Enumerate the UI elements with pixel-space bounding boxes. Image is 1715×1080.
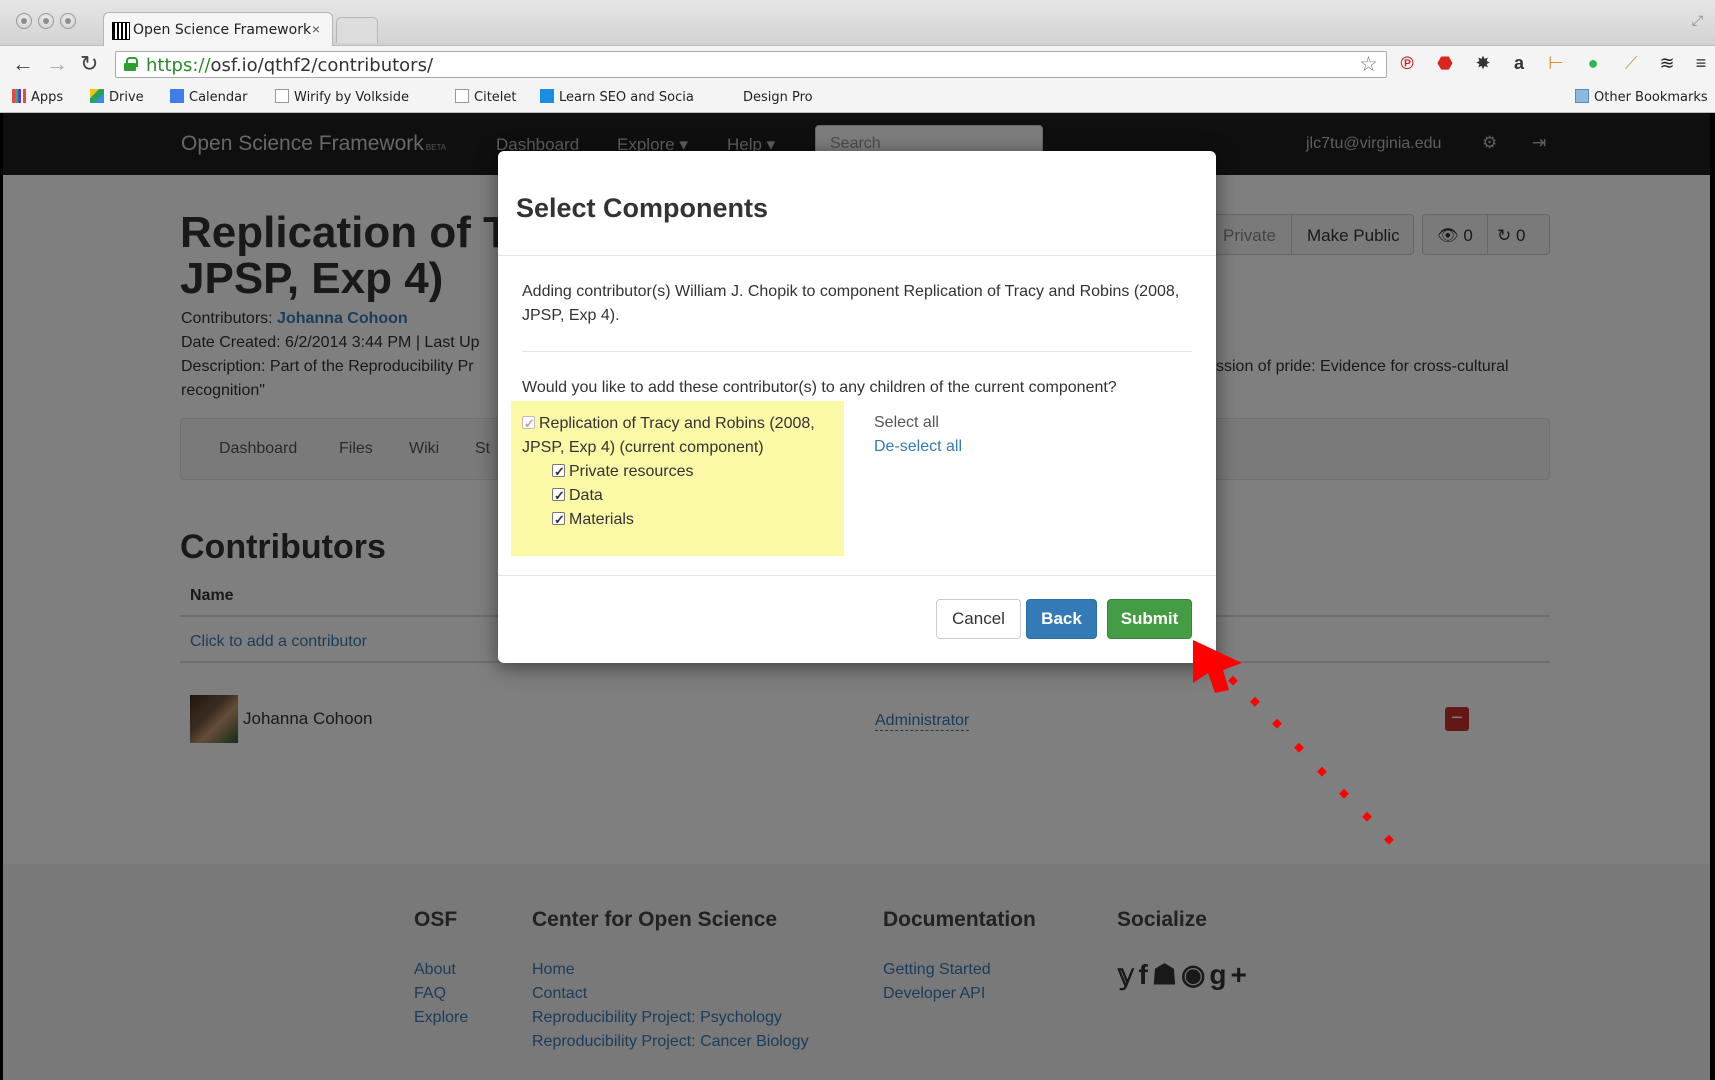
arrow-head xyxy=(1193,640,1242,693)
arrow-dots xyxy=(1228,675,1394,845)
annotation-arrow xyxy=(1193,640,1394,845)
